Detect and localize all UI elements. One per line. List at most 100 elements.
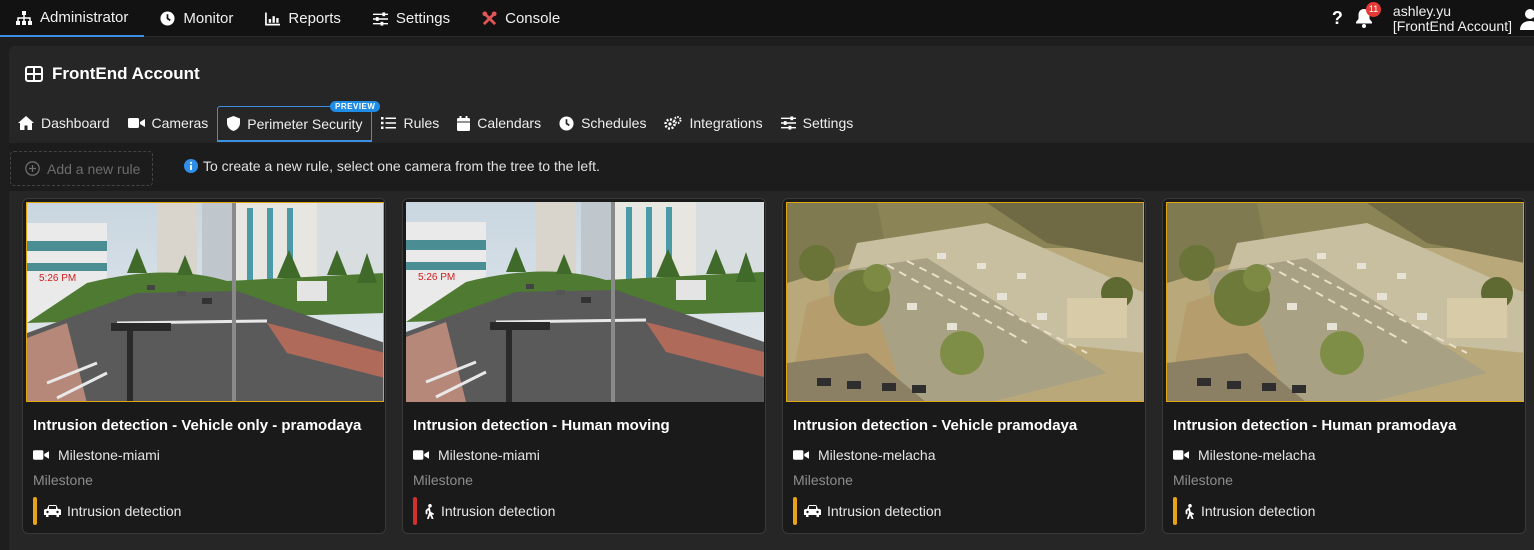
tab-schedules[interactable]: Schedules [550,106,655,140]
video-icon [793,450,809,460]
help-icon[interactable]: ? [1332,8,1343,29]
camera-name: Milestone-melacha [818,447,936,463]
rule-title: Intrusion detection - Human moving [413,417,670,434]
rule-vendor: Milestone [1173,472,1233,488]
user-menu[interactable]: ashley.yu [FrontEnd Account] [1392,3,1512,34]
rule-vendor: Milestone [413,472,473,488]
rule-card[interactable]: Intrusion detection - Human pramodaya Mil… [1162,198,1526,534]
camera-thumbnail: 5:26 PM [26,202,384,402]
tab-dashboard[interactable]: Dashboard [9,106,119,140]
nav-console[interactable]: Console [466,0,576,37]
tab-bar: Dashboard Cameras Perimeter Security PRE… [9,101,863,143]
rule-type-label: Intrusion detection [67,503,182,519]
rule-camera: Milestone-miami [413,447,540,463]
notifications-button[interactable]: 11 [1355,1,1382,30]
rule-type: Intrusion detection [33,497,181,525]
user-account: [FrontEnd Account] [1392,17,1512,34]
calendar-icon [457,115,471,131]
tab-calendars[interactable]: Calendars [448,106,550,140]
user-icon[interactable] [1520,8,1534,30]
status-bar [413,497,417,525]
rule-title: Intrusion detection - Human pramodaya [1173,417,1457,434]
tab-perimeter-security-label: Perimeter Security [247,115,363,132]
video-icon [1173,450,1189,460]
status-bar [1173,497,1177,525]
tab-settings-label: Settings [802,115,854,131]
clock-icon [559,115,574,131]
camera-thumbnail [786,202,1144,402]
rule-card[interactable]: 5:26 PM Intrusion detection - Vehicle on… [22,198,386,534]
nav-monitor-label: Monitor [183,10,234,27]
page-title: FrontEnd Account [25,64,200,84]
nav-console-label: Console [505,10,561,27]
tab-dashboard-label: Dashboard [41,115,110,131]
nav-monitor[interactable]: Monitor [144,0,249,37]
sitemap-icon [16,10,32,25]
nav-administrator[interactable]: Administrator [0,0,145,37]
rule-camera: Milestone-miami [33,447,160,463]
tab-cameras-label: Cameras [151,115,209,131]
hint-message: To create a new rule, select one camera … [184,158,600,174]
sliders-icon [372,11,388,26]
nav-settings-label: Settings [395,10,451,27]
shield-icon [227,116,241,131]
nav-administrator-label: Administrator [40,9,129,26]
tab-schedules-label: Schedules [581,115,647,131]
rule-card[interactable]: Intrusion detection - Vehicle pramodaya M… [782,198,1146,534]
chart-icon [265,11,281,25]
tab-calendars-label: Calendars [477,115,542,131]
camera-name: Milestone-melacha [1198,447,1316,463]
account-panel: FrontEnd Account Dashboard Cameras Perim… [9,46,1534,550]
nav-reports[interactable]: Reports [249,0,357,37]
hint-text: To create a new rule, select one camera … [203,158,600,174]
page-title-text: FrontEnd Account [52,64,200,83]
rule-camera: Milestone-melacha [1173,447,1316,463]
video-icon [33,450,49,460]
tab-rules[interactable]: Rules [372,106,448,140]
top-right: ? 11 ashley.yu [FrontEnd Account] [1332,0,1534,37]
camera-thumbnail: 5:26 PM [406,202,764,402]
add-rule-button[interactable]: Add a new rule [10,151,153,186]
nav-reports-label: Reports [288,10,341,27]
rule-type: Intrusion detection [1173,497,1315,525]
camera-name: Milestone-miami [58,447,160,463]
rule-type: Intrusion detection [793,497,941,525]
cogs-icon [664,116,682,130]
list-icon [381,117,397,129]
tab-perimeter-security[interactable]: Perimeter Security PREVIEW [217,101,381,142]
tools-icon [482,11,497,26]
clock-icon [160,11,175,26]
rule-type-label: Intrusion detection [1201,503,1316,519]
sliders-icon [780,116,796,130]
tab-integrations-label: Integrations [689,115,763,131]
svg-text:5:26 PM: 5:26 PM [418,272,455,283]
svg-text:5:26 PM: 5:26 PM [39,273,76,284]
top-nav: Administrator Monitor Reports Settings C… [0,0,576,37]
car-icon [44,505,61,517]
rule-type: Intrusion detection [413,497,555,525]
tab-integrations[interactable]: Integrations [655,106,771,140]
rule-title: Intrusion detection - Vehicle only - pra… [33,417,362,434]
nav-settings[interactable]: Settings [357,0,466,37]
rule-type-label: Intrusion detection [827,503,942,519]
tab-cameras[interactable]: Cameras [119,106,218,140]
tab-settings[interactable]: Settings [772,106,863,140]
rule-vendor: Milestone [33,472,93,488]
tab-rules-label: Rules [403,115,440,131]
rule-card[interactable]: 5:26 PM Intrusion detection - Human movi… [402,198,766,534]
rule-camera: Milestone-melacha [793,447,936,463]
camera-name: Milestone-miami [438,447,540,463]
info-icon [184,159,198,173]
home-icon [18,116,34,130]
notification-count: 11 [1365,1,1382,17]
camera-thumbnail [1166,202,1524,402]
status-bar [793,497,797,525]
add-rule-label: Add a new rule [47,160,141,177]
walking-icon [425,503,434,519]
rule-title: Intrusion detection - Vehicle pramodaya [793,417,1078,434]
car-icon [804,505,821,517]
top-bar: Administrator Monitor Reports Settings C… [0,0,1534,37]
status-bar [33,497,37,525]
grid-icon [25,66,43,82]
rule-vendor: Milestone [793,472,853,488]
